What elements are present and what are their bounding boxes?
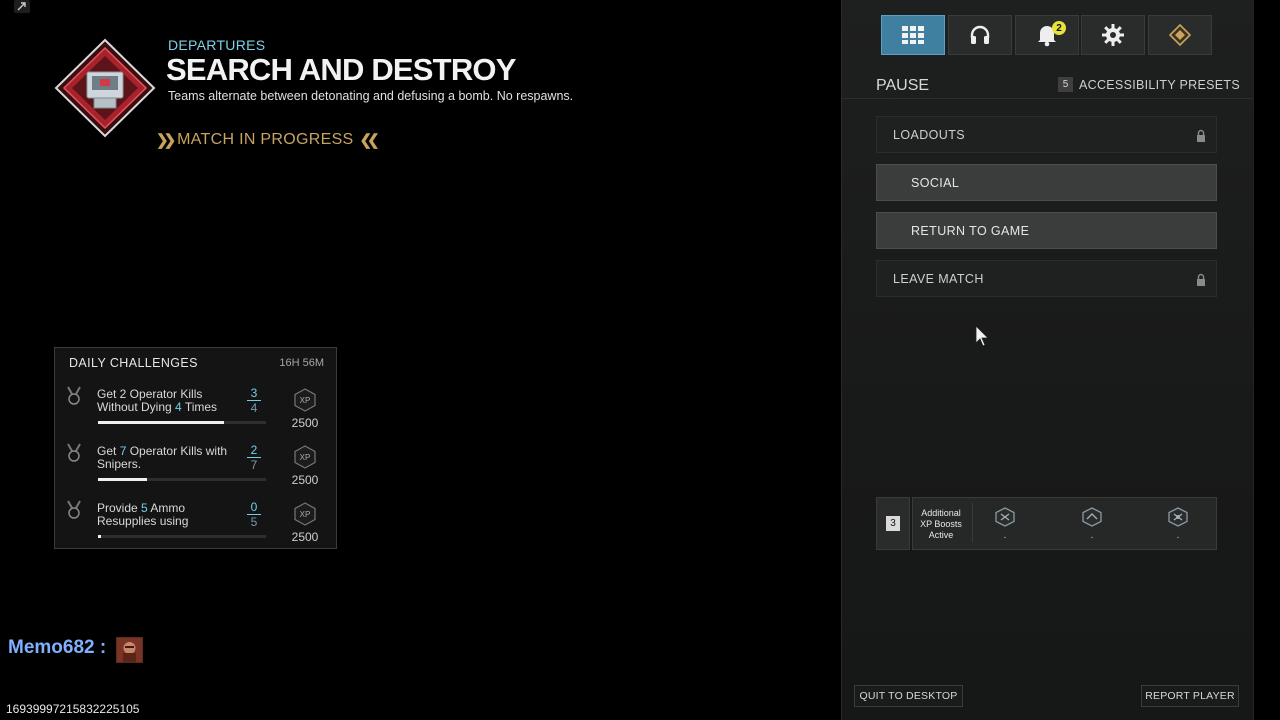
accessibility-presets-button[interactable]: ACCESSIBILITY PRESETS xyxy=(1079,78,1240,92)
challenge-progress-count: 0 5 xyxy=(247,501,261,530)
medal-icon xyxy=(67,443,81,463)
daily-challenges-panel: DAILY CHALLENGES 16H 56M Get 2 Operator … xyxy=(54,347,337,549)
challenge-progress-count: 2 7 xyxy=(247,444,261,473)
medal-icon xyxy=(67,500,81,520)
svg-text:XP: XP xyxy=(300,396,311,405)
build-id: 16939997215832225105 xyxy=(6,702,140,716)
battlepass-xp-boost-icon xyxy=(1168,507,1188,527)
tab-rank[interactable] xyxy=(1148,15,1212,55)
tab-notifications[interactable] xyxy=(1015,15,1079,55)
menu-item-label: LOADOUTS xyxy=(893,127,965,142)
xp-boost-label: Additional XP Boosts Active xyxy=(920,508,962,540)
tab-home[interactable] xyxy=(881,15,945,55)
menu-loadouts[interactable]: LOADOUTS xyxy=(876,116,1217,153)
menu-item-label: LEAVE MATCH xyxy=(893,271,984,286)
challenges-title: DAILY CHALLENGES xyxy=(69,356,198,370)
menu-leave-match[interactable]: LEAVE MATCH xyxy=(876,260,1217,297)
challenge-description: Get 2 Operator Kills Without Dying 4 Tim… xyxy=(97,387,218,414)
challenge-progress-bar xyxy=(98,535,266,538)
match-status-banner: ❯❯ MATCH IN PROGRESS ❮❮ xyxy=(156,131,380,149)
menu-item-label: RETURN TO GAME xyxy=(911,223,1030,238)
quit-to-desktop-button[interactable]: QUIT TO DESKTOP xyxy=(854,685,963,707)
chat-player-name: Memo682 : xyxy=(8,637,107,658)
challenge-progress-bar xyxy=(98,478,266,481)
challenge-reward: 2500 xyxy=(291,416,319,430)
boost-divider xyxy=(972,503,973,542)
headset-icon xyxy=(970,25,990,44)
tab-settings[interactable] xyxy=(1081,15,1145,55)
header-divider xyxy=(841,98,1253,99)
lock-icon xyxy=(1196,273,1206,286)
notification-badge: 2 xyxy=(1052,21,1066,35)
xp-icon: XP xyxy=(294,388,316,412)
menu-social[interactable]: SOCIAL xyxy=(876,164,1217,201)
player-avatar xyxy=(116,637,143,663)
chevron-left-icon: ❮❮ xyxy=(359,131,380,149)
tab-audio[interactable] xyxy=(948,15,1012,55)
menu-return-to-game[interactable]: RETURN TO GAME xyxy=(876,212,1217,249)
boost-value: - xyxy=(1003,532,1007,542)
app-status-icon xyxy=(14,0,30,13)
grid-icon xyxy=(902,26,924,44)
match-status-label: MATCH IN PROGRESS xyxy=(177,131,354,148)
chevron-right-icon: ❯❯ xyxy=(156,131,176,149)
gear-icon xyxy=(1102,24,1124,46)
accessibility-key-hint: 5 xyxy=(1058,77,1073,92)
challenge-progress-bar xyxy=(98,421,266,424)
challenge-reward: 2500 xyxy=(291,473,319,487)
challenge-description: Get 7 Operator Kills with Snipers. xyxy=(97,444,228,471)
medal-icon xyxy=(67,386,81,406)
xp-icon: XP xyxy=(294,502,316,526)
boost-value: - xyxy=(1176,532,1180,542)
search-and-destroy-emblem-icon xyxy=(54,38,156,138)
svg-text:XP: XP xyxy=(300,453,311,462)
mouse-cursor-icon xyxy=(975,325,989,347)
lock-icon xyxy=(1196,129,1206,142)
challenge-description: Provide 5 Ammo Resupplies using xyxy=(97,501,189,528)
challenge-item[interactable]: Get 2 Operator Kills Without Dying 4 Tim… xyxy=(55,382,338,437)
boost-key-hint: 3 xyxy=(886,516,900,531)
xp-icon: XP xyxy=(294,445,316,469)
boost-value: - xyxy=(1090,532,1094,542)
mode-title: SEARCH AND DESTROY xyxy=(166,52,516,87)
pause-title: PAUSE xyxy=(876,77,930,94)
xp-boost-icon xyxy=(995,507,1015,527)
mode-description: Teams alternate between detonating and d… xyxy=(168,89,574,103)
challenge-progress-count: 3 4 xyxy=(247,387,261,416)
report-player-button[interactable]: REPORT PLAYER xyxy=(1141,685,1239,707)
weapon-xp-boost-icon xyxy=(1082,507,1102,527)
challenge-item[interactable]: Provide 5 Ammo Resupplies using 0 5 XP 2… xyxy=(55,496,338,548)
challenge-item[interactable]: Get 7 Operator Kills with Snipers. 2 7 X… xyxy=(55,439,338,494)
mode-category: DEPARTURES xyxy=(168,37,266,53)
menu-item-label: SOCIAL xyxy=(911,175,960,190)
svg-text:XP: XP xyxy=(300,510,311,519)
challenge-reward: 2500 xyxy=(291,530,319,544)
pause-panel xyxy=(841,0,1254,720)
challenges-timer: 16H 56M xyxy=(279,357,324,369)
rank-emblem-icon xyxy=(1168,23,1192,47)
